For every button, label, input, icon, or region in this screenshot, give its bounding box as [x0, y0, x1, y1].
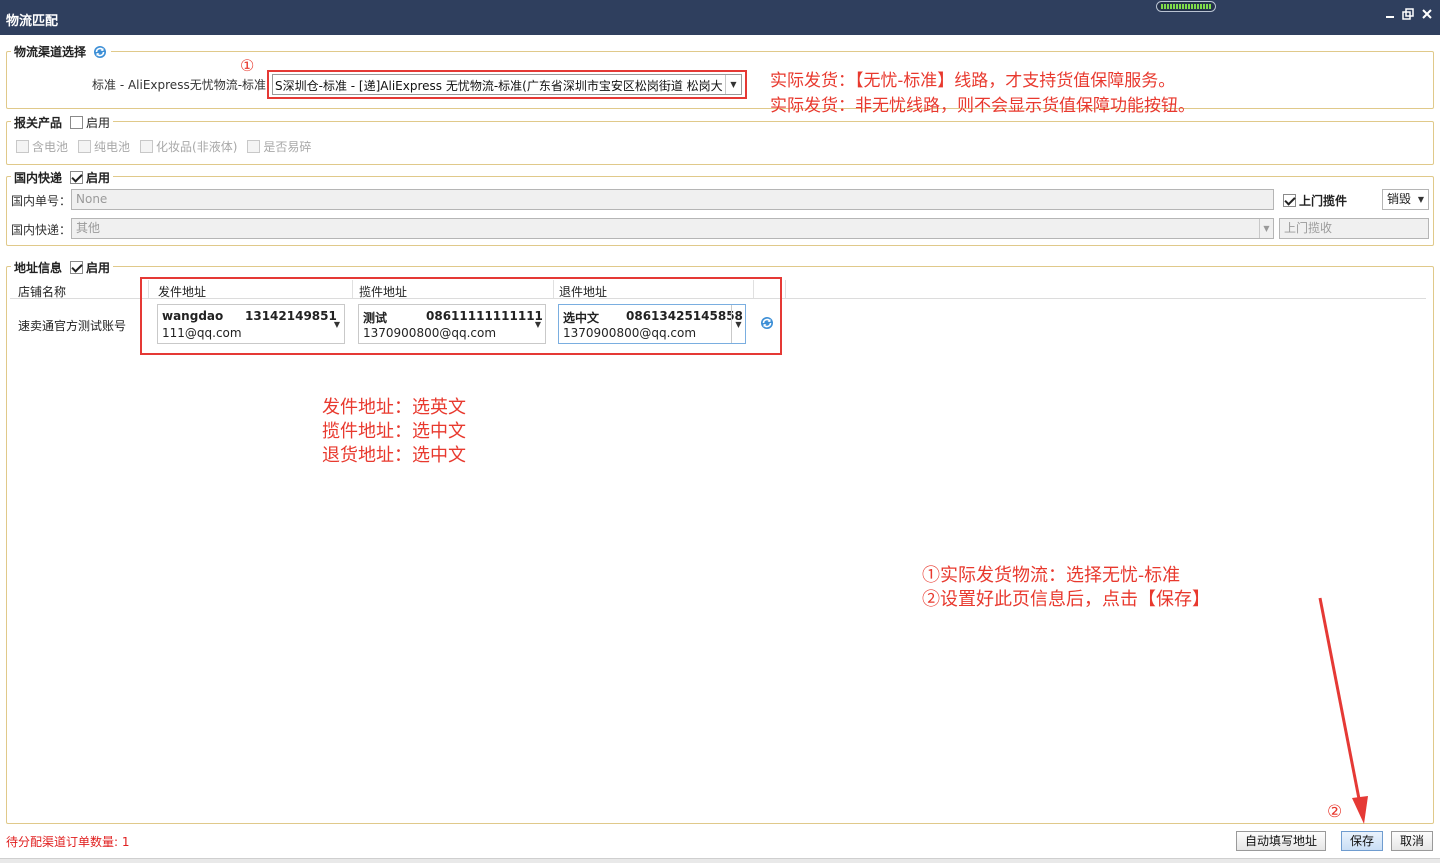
close-icon[interactable] [1420, 8, 1434, 22]
signal-meter-icon [1156, 1, 1216, 12]
chevron-down-icon[interactable]: ▼ [531, 305, 545, 343]
return-email: 1370900800@qq.com [563, 326, 697, 340]
pure-battery-label: 纯电池 [94, 140, 131, 154]
battery-label: 含电池 [32, 140, 69, 154]
address-notes: 发件地址：选英文 揽件地址：选中文 退货地址：选中文 [322, 396, 466, 468]
fragile-checkbox[interactable] [247, 140, 261, 153]
pickup-name: 测试 [363, 311, 388, 325]
address-enable-label: 启用 [86, 261, 111, 275]
arrow-to-save-icon [1318, 597, 1368, 824]
battery-checkbox[interactable] [16, 140, 29, 153]
pickup-address-select[interactable]: 测试 08611111111111 1370900800@qq.com ▼ [358, 304, 546, 344]
pickup-select[interactable]: 销毁 ▼ [1382, 189, 1429, 210]
fragile-label: 是否易碎 [263, 140, 312, 154]
channel-select[interactable]: S深圳仓-标准 - [递]AliExpress 无忧物流-标准(广东省深圳市宝安… [272, 74, 742, 95]
pending-order-count: 待分配渠道订单数量: 1 [6, 835, 130, 849]
cancel-button[interactable]: 取消 [1391, 831, 1433, 851]
channel-legend: 物流渠道选择 [11, 43, 112, 60]
pickup-phone: 08611111111111 [426, 309, 543, 323]
pure-battery-checkbox[interactable] [78, 140, 92, 153]
customs-enable-checkbox[interactable] [70, 116, 84, 129]
bottom-strip [0, 858, 1440, 863]
return-name: 选中文 [563, 311, 600, 325]
domestic-express-select[interactable]: 其他 ▼ [71, 218, 1274, 239]
address-note-sender: 发件地址：选英文 [322, 397, 466, 418]
title-bar: 物流匹配 [0, 0, 1440, 35]
address-enable-checkbox[interactable] [70, 261, 84, 274]
cosmetics-checkbox[interactable] [140, 140, 154, 153]
instruction-1: ①实际发货物流：选择无忧-标准 [922, 565, 1181, 586]
channel-label: 标准 - AliExpress无忧物流-标准: [92, 78, 271, 92]
chevron-down-icon[interactable]: ▼ [731, 305, 745, 343]
sender-phone: 13142149851 [245, 309, 337, 323]
save-button[interactable]: 保存 [1341, 831, 1383, 851]
instruction-2: ②设置好此页信息后，点击【保存】 [922, 589, 1210, 610]
chevron-down-icon[interactable]: ▼ [1259, 219, 1273, 238]
pickup-select-value: 销毁 [1387, 192, 1412, 206]
refresh-icon[interactable] [92, 44, 108, 60]
return-phone: 08613425145858 [626, 309, 743, 323]
window-title: 物流匹配 [6, 14, 59, 29]
channel-note-2: 实际发货：非无忧线路，则不会显示货值保障功能按钮。 [770, 96, 1195, 116]
header-store: 店铺名称 [18, 285, 67, 299]
channel-marker: ① [240, 56, 255, 75]
sender-name: wangdao [162, 309, 224, 323]
sender-address-select[interactable]: wangdao 13142149851 111@qq.com ▼ [157, 304, 345, 344]
address-note-pickup: 揽件地址：选中文 [322, 421, 466, 442]
customs-legend: 报关产品 启用 [11, 114, 114, 131]
pickup-checkbox[interactable] [1283, 194, 1296, 207]
save-marker: ② [1327, 802, 1343, 822]
domestic-express-label: 国内快递： [11, 223, 72, 237]
auto-fill-address-button[interactable]: 自动填写地址 [1236, 831, 1326, 851]
address-note-return: 退货地址：选中文 [322, 445, 466, 466]
pickup-toggle: 上门揽件 [1283, 192, 1347, 209]
domestic-number-label: 国内单号： [11, 194, 72, 208]
pickup-receive-input[interactable]: 上门揽收 [1279, 218, 1429, 239]
channel-note-1: 实际发货：【无忧-标准】线路，才支持货值保障服务。 [770, 71, 1176, 91]
instructions: ①实际发货物流：选择无忧-标准 ②设置好此页信息后，点击【保存】 [922, 564, 1210, 612]
sender-email: 111@qq.com [162, 326, 242, 340]
domestic-express-value: 其他 [76, 221, 101, 235]
store-name: 速卖通官方测试账号 [18, 319, 127, 333]
return-address-select[interactable]: 选中文 08613425145858 1370900800@qq.com ▼ [558, 304, 746, 344]
pickup-label: 上门揽件 [1299, 194, 1348, 208]
restore-icon[interactable] [1401, 8, 1415, 22]
domestic-enable-label: 启用 [86, 171, 111, 185]
domestic-number-input[interactable]: None [71, 189, 1274, 210]
refresh-icon[interactable] [759, 315, 775, 331]
pickup-email: 1370900800@qq.com [363, 326, 497, 340]
customs-enable-label: 启用 [86, 116, 111, 130]
chevron-down-icon[interactable]: ▼ [1414, 190, 1428, 209]
customs-options: 含电池 纯电池 化妆品(非液体) 是否易碎 [16, 138, 321, 155]
minimize-icon[interactable] [1383, 8, 1397, 22]
channel-select-value: S深圳仓-标准 - [递]AliExpress 无忧物流-标准(广东省深圳市宝安… [275, 79, 723, 93]
domestic-legend: 国内快递 启用 [11, 169, 114, 186]
domestic-enable-checkbox[interactable] [70, 171, 84, 184]
chevron-down-icon[interactable]: ▼ [330, 305, 344, 343]
cosmetics-label: 化妆品(非液体) [156, 140, 238, 154]
chevron-down-icon[interactable]: ▼ [725, 75, 741, 94]
address-legend: 地址信息 启用 [11, 259, 114, 276]
